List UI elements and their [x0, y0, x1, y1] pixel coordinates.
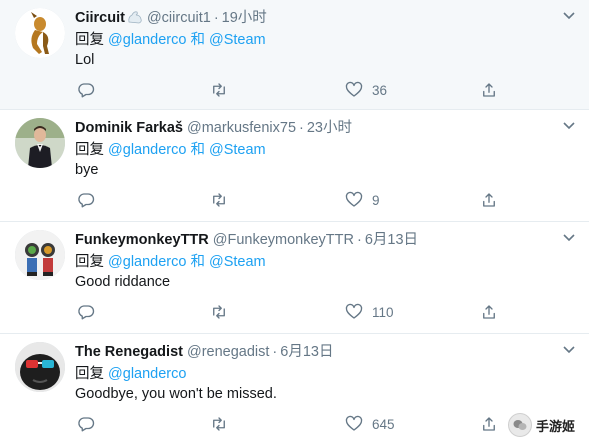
tweet-actions: 36: [75, 80, 575, 100]
like-count: 36: [372, 82, 388, 98]
share-icon: [483, 193, 495, 207]
reply-button[interactable]: [77, 302, 95, 322]
reply-context: 回复 @glanderco 和 @Steam: [75, 31, 266, 49]
mention-link[interactable]: @glanderco: [108, 366, 186, 382]
tweet-text: Good riddance: [75, 274, 171, 290]
avatar[interactable]: [15, 118, 65, 168]
mention-link[interactable]: @Steam: [209, 254, 266, 270]
tweet-header: Ciircuit @ciircuit1 · 19小时: [75, 9, 267, 29]
tweet-actions: 9: [75, 190, 575, 210]
avatar[interactable]: [15, 8, 65, 58]
reply-icon: [78, 417, 95, 432]
tweet-text: Goodbye, you won't be missed.: [75, 386, 277, 402]
tweet-header: Dominik Farkaš @markusfenix75 · 23小时: [75, 120, 352, 136]
handle[interactable]: @ciircuit1: [147, 10, 211, 26]
display-name[interactable]: Ciircuit: [75, 10, 125, 26]
display-name[interactable]: The Renegadist: [75, 344, 183, 360]
like-count: 110: [372, 304, 394, 320]
handle[interactable]: @renegadist: [187, 344, 269, 360]
tweet-actions: 645: [75, 414, 575, 434]
retweet-icon: [213, 417, 225, 431]
reply-button[interactable]: [77, 190, 95, 210]
heart-icon: [345, 415, 363, 431]
heart-icon: [345, 81, 363, 97]
share-icon: [483, 417, 495, 431]
mention-link[interactable]: @glanderco: [108, 32, 186, 48]
reply-conjunction: 和: [190, 142, 205, 158]
like-button[interactable]: 9: [345, 190, 380, 210]
tweet-header: FunkeymonkeyTTR @FunkeymonkeyTTR · 6月13日: [75, 232, 419, 248]
mention-link[interactable]: @Steam: [209, 142, 266, 158]
reply-icon: [78, 305, 95, 320]
mention-link[interactable]: @Steam: [209, 32, 266, 48]
reply-prefix: 回复: [75, 32, 104, 48]
reply-icon: [78, 193, 95, 208]
retweet-icon: [213, 83, 225, 97]
watermark-logo-icon: [507, 413, 532, 437]
like-count: 9: [372, 192, 380, 208]
reply-prefix: 回复: [75, 142, 104, 158]
retweet-button[interactable]: [210, 414, 228, 434]
share-icon: [483, 305, 495, 319]
avatar-image: [15, 8, 65, 58]
tweet-text: bye: [75, 162, 99, 178]
reply-icon: [78, 83, 95, 98]
retweet-button[interactable]: [210, 302, 228, 322]
tweet-item[interactable]: Ciircuit @ciircuit1 · 19小时 回复 @glanderco 和 …: [0, 0, 589, 110]
reply-context: 回复 @glanderco 和 @Steam: [75, 141, 266, 159]
heart-icon: [345, 303, 363, 319]
reply-context: 回复 @glanderco: [75, 365, 186, 383]
timestamp[interactable]: 6月13日: [365, 232, 418, 248]
share-button[interactable]: [480, 190, 498, 210]
mention-link[interactable]: @glanderco: [108, 142, 186, 158]
avatar-image: [15, 342, 65, 392]
avatar-image: [15, 118, 65, 168]
reply-conjunction: 和: [190, 32, 205, 48]
retweet-button[interactable]: [210, 80, 228, 100]
chevron-down-icon[interactable]: [563, 234, 575, 242]
timestamp[interactable]: 6月13日: [280, 344, 333, 360]
reply-button[interactable]: [77, 414, 95, 434]
display-name[interactable]: FunkeymonkeyTTR: [75, 232, 209, 248]
display-name[interactable]: Dominik Farkaš: [75, 120, 183, 136]
like-button[interactable]: 36: [345, 80, 387, 100]
chevron-down-icon[interactable]: [563, 12, 575, 20]
reply-prefix: 回复: [75, 366, 104, 382]
avatar[interactable]: [15, 230, 65, 280]
handle[interactable]: @FunkeymonkeyTTR: [213, 232, 354, 248]
watermark: 手游姬: [507, 413, 575, 437]
timestamp[interactable]: 23小时: [307, 120, 352, 136]
handle[interactable]: @markusfenix75: [187, 120, 296, 136]
share-button[interactable]: [480, 302, 498, 322]
reply-context: 回复 @glanderco 和 @Steam: [75, 253, 266, 271]
tweet-text: Lol: [75, 52, 95, 68]
chevron-down-icon[interactable]: [563, 122, 575, 130]
retweet-button[interactable]: [210, 190, 228, 210]
chevron-down-icon[interactable]: [563, 346, 575, 354]
avatar-image: [15, 230, 65, 280]
watermark-text: 手游姬: [535, 418, 575, 434]
reply-prefix: 回复: [75, 254, 104, 270]
like-count: 645: [372, 416, 395, 432]
avatar[interactable]: [15, 342, 65, 392]
share-button[interactable]: [480, 80, 498, 100]
like-button[interactable]: 645: [345, 414, 395, 434]
tweet-item[interactable]: Dominik Farkaš @markusfenix75 · 23小时 回复 @gl…: [0, 110, 589, 222]
heart-icon: [345, 191, 363, 207]
tweet-item[interactable]: FunkeymonkeyTTR @FunkeymonkeyTTR · 6月13日 回复…: [0, 222, 589, 334]
reply-button[interactable]: [77, 80, 95, 100]
retweet-icon: [213, 193, 225, 207]
timestamp[interactable]: 19小时: [222, 10, 267, 26]
retweet-icon: [213, 305, 225, 319]
mention-link[interactable]: @glanderco: [108, 254, 186, 270]
like-button[interactable]: 110: [345, 302, 394, 322]
tweet-header: The Renegadist @renegadist · 6月13日: [75, 344, 334, 360]
share-icon: [483, 83, 495, 97]
reply-conjunction: 和: [190, 254, 205, 270]
tweet-actions: 110: [75, 302, 575, 322]
flexed-arm-emoji-icon: [127, 10, 143, 29]
tweet-item[interactable]: The Renegadist @renegadist · 6月13日 回复 @glan…: [0, 334, 589, 443]
share-button[interactable]: [480, 414, 498, 434]
